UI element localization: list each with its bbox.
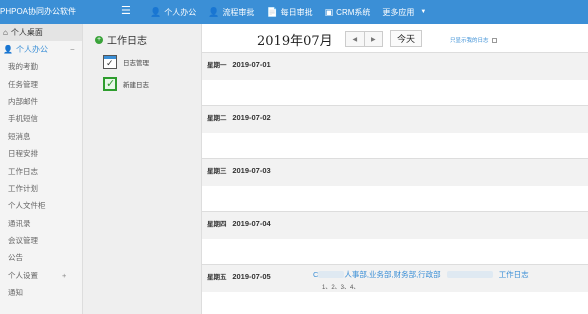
sidebar-group-label: 个人办公	[15, 45, 48, 54]
user-icon: 👤	[208, 6, 220, 17]
calendar-icon	[103, 55, 117, 69]
chevron-down-icon: ▼	[420, 9, 427, 15]
entry-summary: 1、2、3、4、	[322, 285, 360, 291]
nav-crm[interactable]: ▣ CRM系统	[325, 7, 371, 18]
entry-departments: 人事部,业务部,财务部,行政部	[344, 270, 441, 279]
day-header: 星期四 2019-07-04	[202, 212, 588, 239]
subpanel-title: + 工作日志	[95, 32, 147, 47]
day-label: 星期四 2019-07-04	[207, 218, 271, 228]
sidebar-item-tasks[interactable]: 任务管理	[0, 75, 82, 92]
new-log-link[interactable]: 新建日志	[103, 77, 149, 91]
subpanel-title-label: 工作日志	[107, 36, 147, 47]
menu-icon[interactable]: ☰	[121, 4, 131, 17]
only-mine-checkbox[interactable]	[491, 37, 497, 43]
day-label: 星期一 2019-07-01	[207, 59, 271, 69]
nav-label: 每日审批	[280, 7, 313, 17]
sidebar-group-personal-office[interactable]: 👤 个人办公 −	[0, 41, 82, 58]
new-log-label: 新建日志	[123, 82, 149, 89]
sidebar-item-label: 个人设置	[8, 270, 38, 280]
sidebar-item-messages[interactable]: 短消息	[0, 128, 82, 145]
day-row: 星期一 2019-07-01	[202, 52, 588, 105]
day-row: 星期二 2019-07-02	[202, 105, 588, 158]
date: 2019-07-05	[232, 272, 271, 281]
app-brand: PHPOA协同办公软件	[0, 7, 77, 16]
date: 2019-07-04	[232, 219, 271, 228]
day-header: 星期五 2019-07-05 C 人事部,业务部,财务部,行政部 工作日志 1、…	[202, 265, 588, 292]
next-month-button[interactable]: ▶	[363, 32, 383, 46]
day-label: 星期五 2019-07-05	[207, 271, 271, 281]
only-mine-filter[interactable]: 只显示我的日志	[450, 36, 497, 44]
day-label: 星期二 2019-07-02	[207, 112, 271, 122]
sidebar-item-notices[interactable]: 通知	[0, 284, 82, 301]
date: 2019-07-03	[232, 166, 271, 175]
day-row: 星期三 2019-07-03	[202, 158, 588, 211]
user-icon: 👤	[150, 6, 162, 17]
sidebar-item-announcements[interactable]: 公告	[0, 249, 82, 266]
nav-personal-office[interactable]: 👤 个人办公	[150, 7, 196, 18]
sidebar: ⌂ 个人桌面 👤 个人办公 − 我的考勤 任务管理 内部邮件 手机短信 短消息 …	[0, 24, 83, 314]
only-mine-label: 只显示我的日志	[450, 38, 489, 44]
day-row: 星期四 2019-07-04	[202, 211, 588, 264]
day-row: 星期五 2019-07-05 C 人事部,业务部,财务部,行政部 工作日志 1、…	[202, 264, 588, 314]
sidebar-item-sms[interactable]: 手机短信	[0, 110, 82, 127]
chart-icon: ▣	[324, 6, 334, 17]
nav-label: 流程审批	[222, 7, 255, 17]
day-header: 星期二 2019-07-02	[202, 106, 588, 133]
redacted-name	[446, 271, 493, 278]
day-label: 星期三 2019-07-03	[207, 165, 271, 175]
collapse-icon[interactable]: −	[70, 45, 75, 54]
weekday: 星期三	[207, 168, 227, 175]
sidebar-item-schedule[interactable]: 日程安排	[0, 145, 82, 162]
weekday: 星期一	[207, 62, 227, 69]
today-button[interactable]: 今天	[390, 30, 422, 47]
weekday: 星期二	[207, 115, 227, 122]
log-entry-link[interactable]: C 人事部,业务部,财务部,行政部 工作日志	[313, 269, 529, 280]
nav-label: 更多应用	[382, 7, 415, 17]
sidebar-item-personal-settings[interactable]: 个人设置 +	[0, 267, 82, 284]
sidebar-item-attendance[interactable]: 我的考勤	[0, 58, 82, 75]
nav-daily-approval[interactable]: 📄 每日审批	[266, 7, 312, 18]
expand-icon[interactable]: +	[62, 271, 66, 280]
nav-label: CRM系统	[336, 7, 371, 17]
prev-month-button[interactable]: ◀	[346, 32, 364, 46]
plus-circle-icon: +	[95, 35, 103, 44]
checkbox-icon	[103, 77, 117, 91]
nav-workflow-approval[interactable]: 👤 流程审批	[208, 7, 254, 18]
log-management-label: 日志管理	[123, 60, 149, 67]
date: 2019-07-01	[232, 60, 271, 69]
weekday: 星期五	[207, 274, 227, 281]
top-bar: PHPOA协同办公软件 ☰ 👤 个人办公 👤 流程审批 📄 每日审批 ▣ CRM…	[0, 0, 588, 24]
nav-more-apps[interactable]: 更多应用 ▼	[382, 7, 426, 18]
calendar-header: 2019年07月 ◀ ▶ 今天 只显示我的日志	[202, 24, 588, 52]
day-header: 星期一 2019-07-01	[202, 53, 588, 80]
sidebar-item-work-log[interactable]: 工作日志	[0, 162, 82, 179]
redacted-name	[318, 271, 345, 278]
sidebar-item-contacts[interactable]: 通讯录	[0, 215, 82, 232]
sidebar-item-meetings[interactable]: 会议管理	[0, 232, 82, 249]
calendar-main: 2019年07月 ◀ ▶ 今天 只显示我的日志 星期一 2019-07-01 星…	[202, 24, 588, 314]
month-nav: ◀ ▶	[345, 31, 383, 47]
home-icon: ⌂	[3, 28, 8, 37]
current-month: 2019年07月	[257, 34, 333, 49]
worklog-subpanel: + 工作日志 日志管理 新建日志	[83, 24, 202, 314]
entry-title: 工作日志	[498, 270, 529, 279]
log-management-link[interactable]: 日志管理	[103, 55, 149, 69]
sidebar-item-work-plan[interactable]: 工作计划	[0, 180, 82, 197]
document-icon: 📄	[266, 6, 278, 17]
sidebar-item-file-cabinet[interactable]: 个人文件柜	[0, 197, 82, 214]
sidebar-home[interactable]: ⌂ 个人桌面	[0, 24, 82, 41]
sidebar-item-mail[interactable]: 内部邮件	[0, 93, 82, 110]
top-nav: 👤 个人办公 👤 流程审批 📄 每日审批 ▣ CRM系统 更多应用 ▼	[150, 0, 438, 24]
user-icon: 👤	[3, 45, 13, 54]
day-header: 星期三 2019-07-03	[202, 159, 588, 186]
nav-label: 个人办公	[164, 7, 197, 17]
date: 2019-07-02	[232, 113, 271, 122]
weekday: 星期四	[207, 221, 227, 228]
sidebar-home-label: 个人桌面	[10, 28, 43, 37]
